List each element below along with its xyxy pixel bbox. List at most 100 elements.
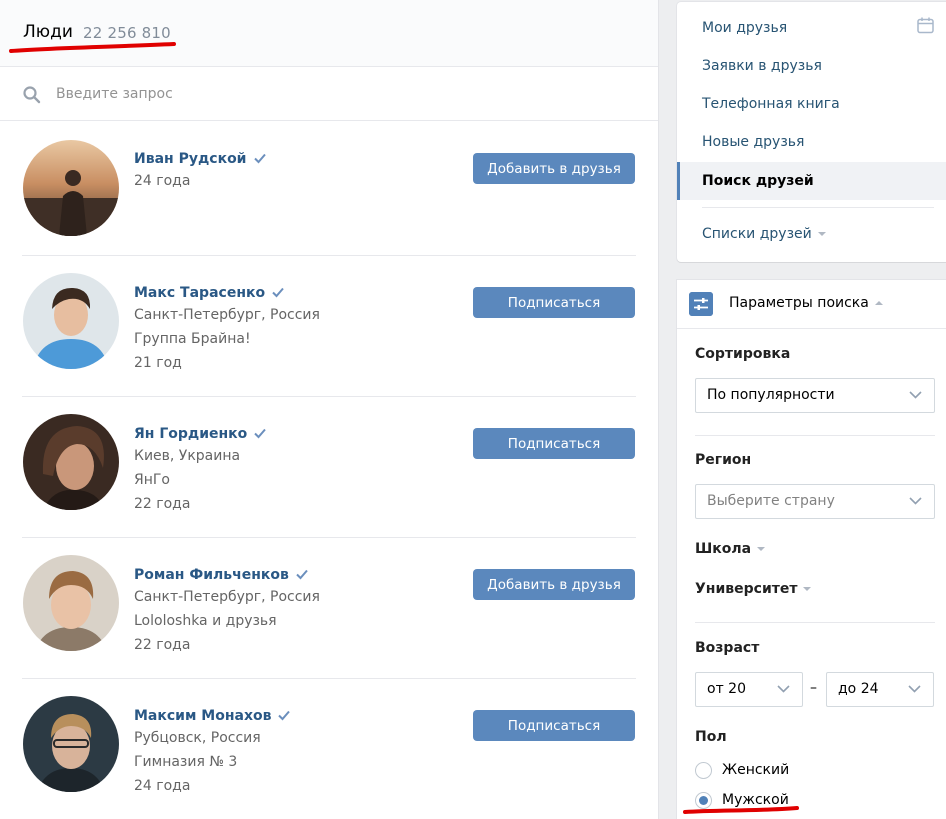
person-job: ЯнГо bbox=[134, 472, 170, 488]
page-title: Люди bbox=[23, 22, 73, 42]
person-job: Lololoshka и друзья bbox=[134, 613, 277, 629]
person-age: 22 года bbox=[134, 496, 191, 512]
person-info: Иван Рудской 24 года bbox=[134, 148, 267, 193]
search-bar bbox=[0, 67, 658, 121]
person-name[interactable]: Максим Монахов bbox=[134, 707, 271, 726]
caret-down-icon bbox=[757, 547, 766, 551]
avatar[interactable] bbox=[23, 696, 119, 792]
nav-item-label: Мои друзья bbox=[702, 20, 788, 36]
nav-item-find-friends[interactable]: Поиск друзей bbox=[677, 162, 946, 200]
chevron-down-icon bbox=[908, 685, 921, 693]
age-from-select[interactable]: от 20 bbox=[695, 672, 803, 707]
search-params-header[interactable]: Параметры поиска bbox=[677, 280, 946, 329]
person-name[interactable]: Ян Гордиенко bbox=[134, 425, 247, 444]
search-icon bbox=[23, 86, 41, 104]
person-city: Киев, Украина bbox=[134, 448, 241, 464]
chevron-down-icon bbox=[909, 391, 922, 399]
list-item: Ян Гордиенко Киев, Украина ЯнГо 22 года … bbox=[0, 396, 658, 537]
person-age: 24 года bbox=[134, 778, 191, 794]
verified-icon bbox=[254, 428, 267, 439]
person-school: Гимназия № 3 bbox=[134, 754, 238, 770]
sort-label: Сортировка bbox=[695, 346, 791, 362]
chevron-down-icon bbox=[777, 685, 790, 693]
avatar[interactable] bbox=[23, 273, 119, 369]
friends-menu: Мои друзья Заявки в друзья Телефонная кн… bbox=[677, 2, 946, 262]
list-item: Макс Тарасенко Санкт-Петербург, Россия Г… bbox=[0, 255, 658, 396]
nav-item-my-friends[interactable]: Мои друзья bbox=[677, 9, 946, 47]
subscribe-button[interactable]: Подписаться bbox=[473, 428, 635, 459]
nav-item-friend-lists[interactable]: Списки друзей bbox=[677, 215, 946, 253]
nav-item-label: Поиск друзей bbox=[702, 173, 814, 189]
divider bbox=[695, 622, 935, 623]
verified-icon bbox=[253, 153, 266, 164]
avatar[interactable] bbox=[23, 140, 119, 236]
age-range-dash: – bbox=[810, 680, 817, 696]
age-from-value: от 20 bbox=[707, 681, 746, 697]
people-list: Иван Рудской 24 года Добавить в друзья М… bbox=[0, 121, 658, 819]
page-header: Люди 22 256 810 bbox=[0, 0, 658, 67]
region-label: Регион bbox=[695, 452, 752, 468]
verified-icon bbox=[272, 287, 284, 298]
chevron-down-icon bbox=[909, 497, 922, 505]
person-info: Макс Тарасенко Санкт-Петербург, Россия Г… bbox=[134, 282, 320, 375]
add-friend-button[interactable]: Добавить в друзья bbox=[473, 153, 635, 184]
search-params-title: Параметры поиска bbox=[729, 295, 883, 311]
country-select-placeholder: Выберите страну bbox=[707, 493, 835, 509]
search-params-panel: Параметры поиска Сортировка По популярно… bbox=[677, 280, 946, 819]
avatar[interactable] bbox=[23, 555, 119, 651]
subscribe-button[interactable]: Подписаться bbox=[473, 287, 635, 318]
nav-item-label: Новые друзья bbox=[702, 134, 805, 150]
radio-male-label[interactable]: Мужской bbox=[722, 792, 789, 808]
person-age: 24 года bbox=[134, 173, 191, 189]
subscribe-button[interactable]: Подписаться bbox=[473, 710, 635, 741]
person-name[interactable]: Роман Фильченков bbox=[134, 566, 289, 585]
caret-up-icon bbox=[874, 301, 883, 305]
red-underline-annotation bbox=[9, 42, 176, 53]
nav-item-friend-requests[interactable]: Заявки в друзья bbox=[677, 47, 946, 85]
radio-male[interactable] bbox=[695, 792, 712, 809]
caret-down-icon bbox=[803, 587, 812, 591]
nav-item-new-friends[interactable]: Новые друзья bbox=[677, 123, 946, 161]
age-to-select[interactable]: до 24 bbox=[826, 672, 934, 707]
radio-female[interactable] bbox=[695, 762, 712, 779]
list-item: Иван Рудской 24 года Добавить в друзья bbox=[0, 121, 658, 255]
verified-icon bbox=[278, 710, 291, 721]
search-input[interactable] bbox=[56, 81, 616, 107]
person-age: 21 год bbox=[134, 355, 182, 371]
university-toggle[interactable]: Университет bbox=[695, 581, 812, 597]
list-item: Максим Монахов Рубцовск, Россия Гимназия… bbox=[0, 678, 658, 819]
person-job: Группа Брайна! bbox=[134, 331, 251, 347]
person-info: Максим Монахов Рубцовск, Россия Гимназия… bbox=[134, 705, 291, 798]
sex-label: Пол bbox=[695, 729, 727, 745]
person-city: Рубцовск, Россия bbox=[134, 730, 261, 746]
radio-female-label[interactable]: Женский bbox=[722, 762, 789, 778]
nav-divider bbox=[702, 207, 934, 208]
country-select[interactable]: Выберите страну bbox=[695, 484, 935, 519]
person-city: Санкт-Петербург, Россия bbox=[134, 589, 320, 605]
filter-icon bbox=[689, 292, 713, 316]
nav-item-label: Заявки в друзья bbox=[702, 58, 822, 74]
person-info: Роман Фильченков Санкт-Петербург, Россия… bbox=[134, 564, 320, 657]
sort-select-value: По популярности bbox=[707, 387, 835, 403]
person-info: Ян Гордиенко Киев, Украина ЯнГо 22 года bbox=[134, 423, 267, 516]
results-count: 22 256 810 bbox=[83, 24, 171, 42]
people-search-panel: Люди 22 256 810 Введите запрос Иван Рудс… bbox=[0, 0, 659, 819]
person-city: Санкт-Петербург, Россия bbox=[134, 307, 320, 323]
caret-down-icon bbox=[817, 232, 826, 236]
age-label: Возраст bbox=[695, 640, 760, 656]
list-item: Роман Фильченков Санкт-Петербург, Россия… bbox=[0, 537, 658, 678]
person-name[interactable]: Макс Тарасенко bbox=[134, 284, 265, 303]
verified-icon bbox=[296, 569, 308, 580]
school-toggle[interactable]: Школа bbox=[695, 541, 766, 557]
add-friend-button[interactable]: Добавить в друзья bbox=[473, 569, 635, 600]
person-age: 22 года bbox=[134, 637, 191, 653]
avatar[interactable] bbox=[23, 414, 119, 510]
calendar-icon[interactable] bbox=[917, 17, 934, 34]
divider bbox=[695, 435, 935, 436]
age-to-value: до 24 bbox=[838, 681, 879, 697]
nav-item-label: Телефонная книга bbox=[702, 96, 840, 112]
sort-select[interactable]: По популярности bbox=[695, 378, 935, 413]
person-name[interactable]: Иван Рудской bbox=[134, 150, 247, 169]
nav-item-label: Списки друзей bbox=[702, 226, 812, 242]
nav-item-phone-book[interactable]: Телефонная книга bbox=[677, 85, 946, 123]
